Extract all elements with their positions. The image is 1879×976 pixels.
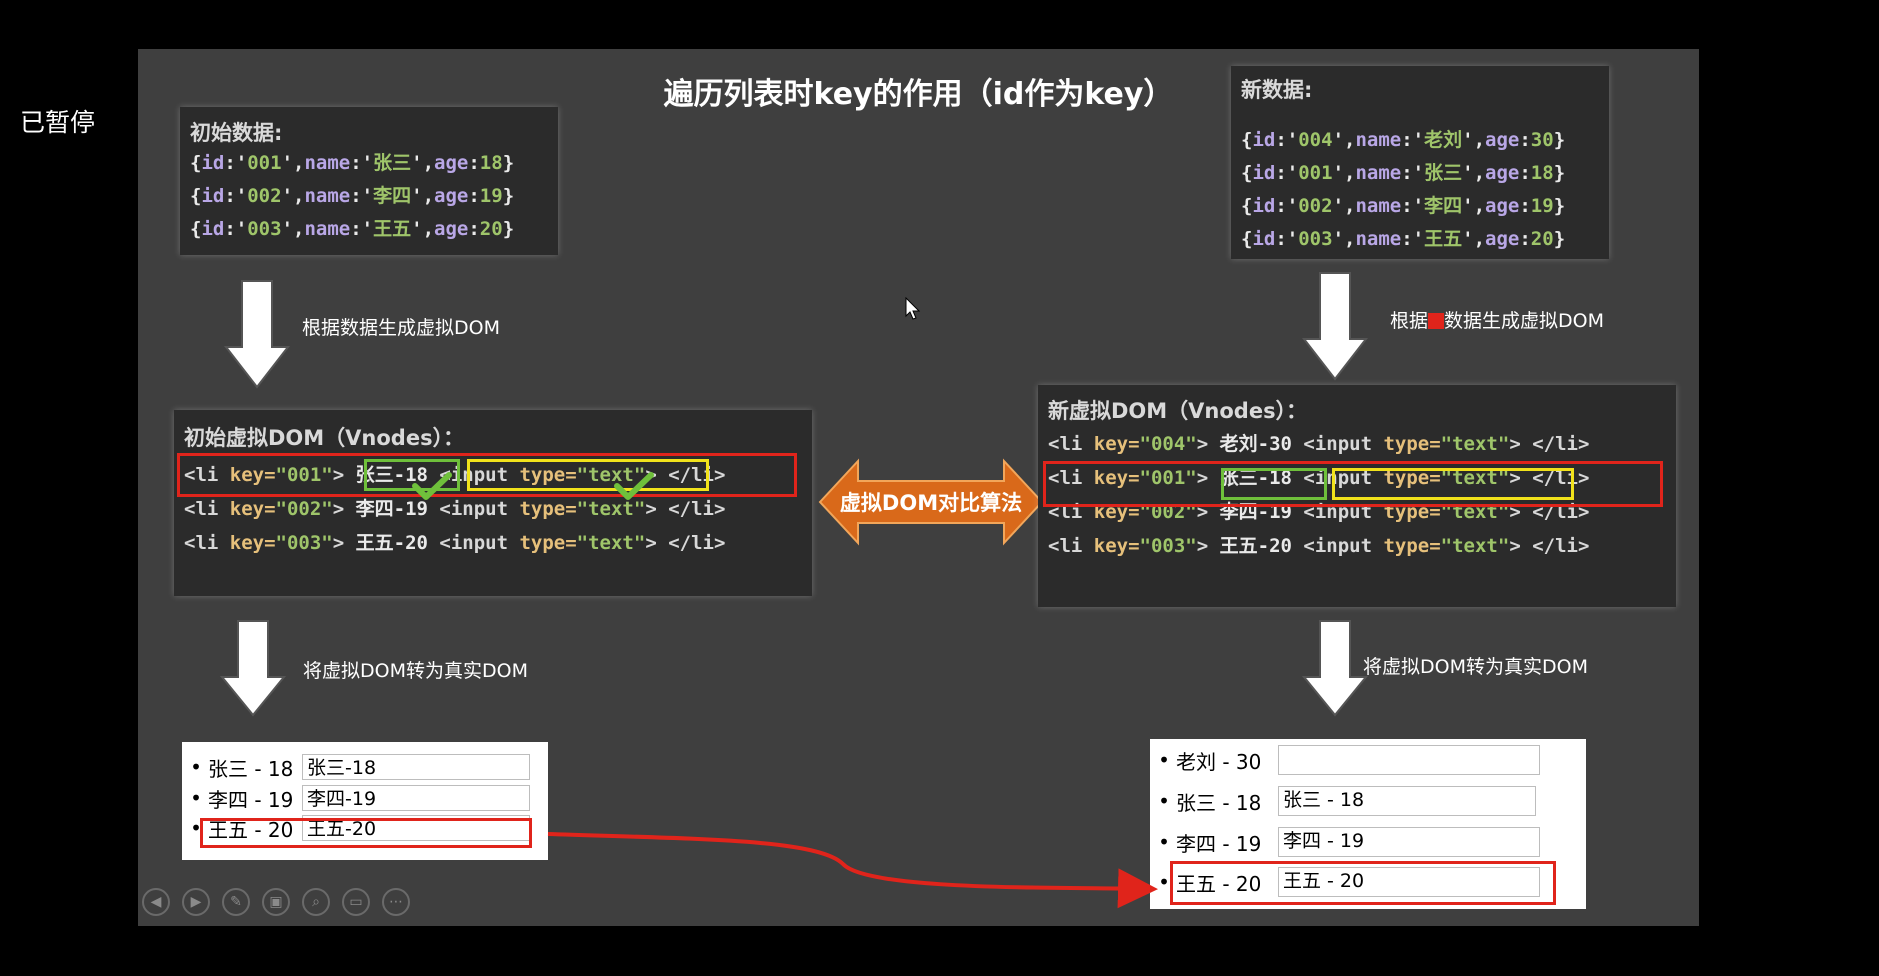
- mouse-cursor-icon: [905, 297, 921, 320]
- zoom-icon[interactable]: ⌕: [302, 888, 330, 916]
- pen-icon[interactable]: ✎: [222, 888, 250, 916]
- slides-icon[interactable]: ▣: [262, 888, 290, 916]
- next-icon[interactable]: ▶: [182, 888, 210, 916]
- presentation-toolbar: ◀ ▶ ✎ ▣ ⌕ ▭ ⋯: [142, 888, 410, 916]
- prev-icon[interactable]: ◀: [142, 888, 170, 916]
- subtitle-icon[interactable]: ▭: [342, 888, 370, 916]
- more-icon[interactable]: ⋯: [382, 888, 410, 916]
- presentation-slide: 遍历列表时key的作用（id作为key） 初始数据: {id:'001',nam…: [138, 49, 1699, 926]
- connector-arrow: [547, 832, 1158, 909]
- paused-status: 已暂停: [20, 108, 96, 137]
